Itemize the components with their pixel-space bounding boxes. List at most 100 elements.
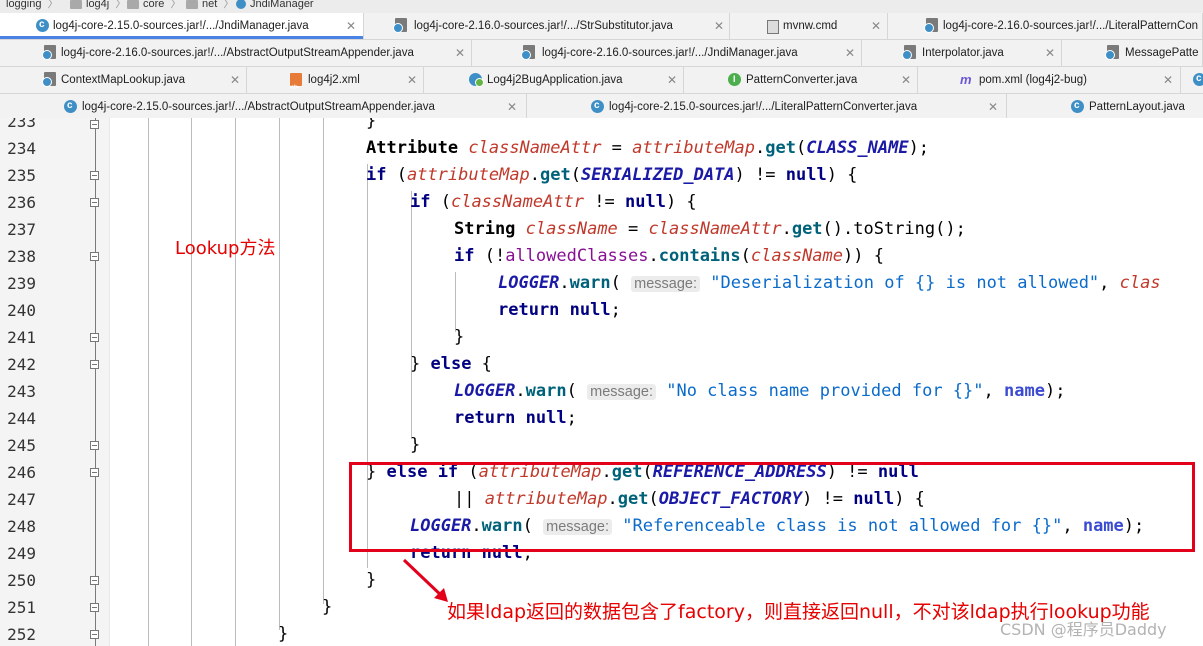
tab-contextmaplookup[interactable]: ContextMapLookup.java ✕ <box>0 67 247 93</box>
tab-messagepattern[interactable]: MessagePatte <box>1062 40 1203 66</box>
class-c-icon <box>1071 99 1084 113</box>
line-number: 245 <box>7 436 36 455</box>
code-line-236: if (classNameAttr != null) { <box>410 192 697 212</box>
tab-patternconverter[interactable]: PatternConverter.java ✕ <box>684 67 918 93</box>
line-number: 243 <box>7 382 36 401</box>
line-number: 238 <box>7 247 36 266</box>
fold-marker-icon[interactable] <box>90 630 99 639</box>
indent-guide <box>148 118 149 646</box>
annotation-arrow-icon <box>402 558 448 602</box>
library-class-icon <box>393 18 407 33</box>
breadcrumb-item-core[interactable]: core 〉 <box>127 0 181 10</box>
close-tab-icon[interactable]: ✕ <box>1045 40 1055 66</box>
indent-guide <box>279 118 280 630</box>
code-line-233: } <box>366 118 377 131</box>
line-number: 233 <box>7 118 36 131</box>
code-line-237: String className = classNameAttr.get().t… <box>454 219 966 239</box>
close-tab-icon[interactable]: ✕ <box>230 67 240 93</box>
indent-guide <box>323 118 324 604</box>
tab-patternlayout[interactable]: PatternLayout.java <box>1007 94 1203 120</box>
parameter-hint: message: <box>631 276 700 292</box>
close-tab-icon[interactable]: ✕ <box>845 40 855 66</box>
close-tab-icon[interactable]: ✕ <box>346 13 356 39</box>
fold-marker-icon[interactable] <box>90 603 99 612</box>
maven-icon: m <box>960 72 972 87</box>
close-tab-icon[interactable]: ✕ <box>455 40 465 66</box>
parameter-hint: message: <box>587 384 656 400</box>
code-line-241: } <box>454 327 465 347</box>
library-class-icon <box>42 72 56 87</box>
spring-class-icon <box>469 73 484 87</box>
close-tab-icon[interactable]: ✕ <box>871 13 881 39</box>
fold-marker-icon[interactable] <box>90 333 99 342</box>
fold-marker-icon[interactable] <box>90 360 99 369</box>
fold-marker-icon[interactable] <box>90 171 99 180</box>
line-number: 240 <box>7 301 36 320</box>
line-number-gutter: 233 234 235 236 237 238 239 240 241 242 … <box>0 118 110 646</box>
fold-marker-icon[interactable] <box>90 576 99 585</box>
line-number: 249 <box>7 544 36 563</box>
class-c-icon <box>36 18 49 32</box>
breadcrumb-item-logging[interactable]: logging 〉 <box>6 0 58 10</box>
class-c-icon <box>1193 72 1203 86</box>
fold-marker-icon[interactable] <box>90 198 99 207</box>
close-tab-icon[interactable]: ✕ <box>507 94 517 120</box>
folder-icon <box>70 0 82 9</box>
code-editor[interactable]: 233 234 235 236 237 238 239 240 241 242 … <box>0 118 1203 646</box>
lookup-method-annotation: Lookup方法 <box>175 238 276 259</box>
code-line-238: if (!allowedClasses.contains(className))… <box>454 246 884 266</box>
fold-marker-icon[interactable] <box>90 468 99 477</box>
class-c-icon <box>236 0 246 10</box>
interface-icon <box>728 73 741 86</box>
cmd-file-icon <box>767 20 779 34</box>
line-number: 244 <box>7 409 36 428</box>
code-line-252: } <box>278 624 289 644</box>
library-class-icon <box>902 45 916 60</box>
indent-guide <box>411 191 412 439</box>
code-line-242: } else { <box>410 354 492 374</box>
line-number: 250 <box>7 571 36 590</box>
close-tab-icon[interactable]: ✕ <box>901 67 911 93</box>
folder-icon <box>127 0 139 9</box>
fold-marker-icon[interactable] <box>90 252 99 261</box>
line-number: 235 <box>7 166 36 185</box>
fold-marker-icon[interactable] <box>90 120 99 129</box>
close-tab-icon[interactable]: ✕ <box>1163 67 1173 93</box>
line-number: 248 <box>7 517 36 536</box>
tab-interpolator[interactable]: Interpolator.java ✕ <box>862 40 1062 66</box>
breadcrumb-item-net[interactable]: net 〉 <box>186 0 234 10</box>
code-line-239: LOGGER.warn( message: "Deserialization o… <box>498 273 1161 293</box>
tab-literalpatternconverter-2-15-0[interactable]: log4j-core-2.15.0-sources.jar!/.../Liter… <box>527 94 1007 120</box>
line-number: 241 <box>7 328 36 347</box>
editor-tab-row-1: log4j-core-2.15.0-sources.jar!/.../JndiM… <box>0 13 1203 40</box>
library-class-icon <box>1105 45 1119 60</box>
tab-abstractoutputstreamappender-2-16-0[interactable]: log4j-core-2.16.0-sources.jar!/.../Abstr… <box>0 40 472 66</box>
library-class-icon <box>924 18 938 33</box>
tab-log4j2-xml[interactable]: log4j2.xml ✕ <box>247 67 424 93</box>
code-line-245: } <box>410 435 421 455</box>
tab-pom-xml[interactable]: m pom.xml (log4j2-bug) ✕ <box>918 67 1181 93</box>
tab-overflow[interactable] <box>1181 67 1203 93</box>
tab-log4j2bugapplication[interactable]: Log4j2BugApplication.java ✕ <box>424 67 684 93</box>
code-line-243: LOGGER.warn( message: "No class name pro… <box>454 381 1066 401</box>
close-tab-icon[interactable]: ✕ <box>714 13 724 39</box>
indent-guide <box>455 272 456 332</box>
tab-mvnw-cmd[interactable]: mvnw.cmd ✕ <box>730 13 888 39</box>
breadcrumb-item-jndimanager[interactable]: JndiManager <box>236 0 314 10</box>
code-line-235: if (attributeMap.get(SERIALIZED_DATA) !=… <box>366 165 858 185</box>
close-tab-icon[interactable]: ✕ <box>988 94 998 120</box>
close-tab-icon[interactable]: ✕ <box>407 67 417 93</box>
tab-strsubstitutor[interactable]: log4j-core-2.16.0-sources.jar!/.../StrSu… <box>364 13 730 39</box>
tab-abstractoutputstreamappender-2-15-0[interactable]: log4j-core-2.15.0-sources.jar!/.../Abstr… <box>0 94 527 120</box>
tab-jndimanager-2-15-0[interactable]: log4j-core-2.15.0-sources.jar!/.../JndiM… <box>0 13 364 39</box>
close-tab-icon[interactable]: ✕ <box>667 67 677 93</box>
watermark: CSDN @程序员Daddy <box>1000 620 1167 639</box>
line-number: 239 <box>7 274 36 293</box>
tab-jndimanager-2-16-0[interactable]: log4j-core-2.16.0-sources.jar!/.../JndiM… <box>472 40 862 66</box>
editor-tab-row-2: log4j-core-2.16.0-sources.jar!/.../Abstr… <box>0 40 1203 67</box>
breadcrumb-item-log4j[interactable]: log4j 〉 <box>70 0 126 10</box>
tab-literalpatternconverter-2-16-0[interactable]: log4j-core-2.16.0-sources.jar!/.../Liter… <box>888 13 1203 39</box>
editor-tab-row-3: ContextMapLookup.java ✕ log4j2.xml ✕ Log… <box>0 67 1203 94</box>
code-line-251: } <box>322 597 333 617</box>
fold-marker-icon[interactable] <box>90 441 99 450</box>
